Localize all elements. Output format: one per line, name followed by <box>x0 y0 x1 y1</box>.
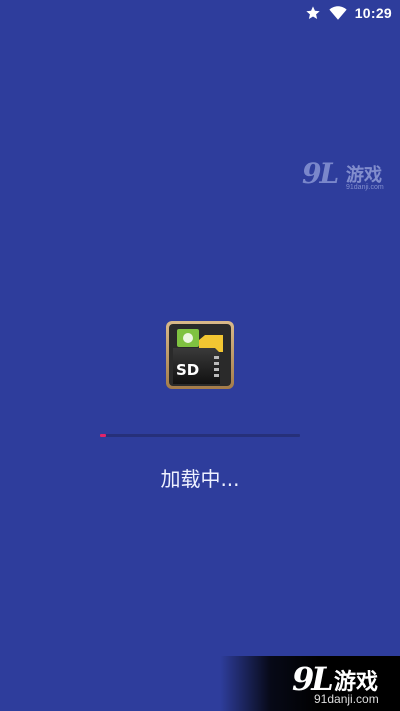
status-time: 10:29 <box>354 5 392 21</box>
app-icon: SD <box>165 320 235 390</box>
watermark-logo-top: 9L 游戏 91danji.com <box>302 155 394 197</box>
watermark-logo-site: 91danji.com <box>346 184 384 191</box>
watermark-logo-mark: 9L <box>302 157 339 190</box>
watermark-logo-bottom: 9L 游戏 91danji.com <box>220 656 400 711</box>
loading-text: 加载中... <box>160 467 240 491</box>
status-bar: 10:29 <box>0 0 400 26</box>
star-icon <box>305 5 321 21</box>
watermark-bottom-site: 91danji.com <box>314 692 379 706</box>
loading-progress-bar <box>100 434 300 437</box>
loading-progress-fill <box>100 434 106 437</box>
app-icon-label: SD <box>176 361 199 379</box>
wifi-icon <box>329 5 347 21</box>
